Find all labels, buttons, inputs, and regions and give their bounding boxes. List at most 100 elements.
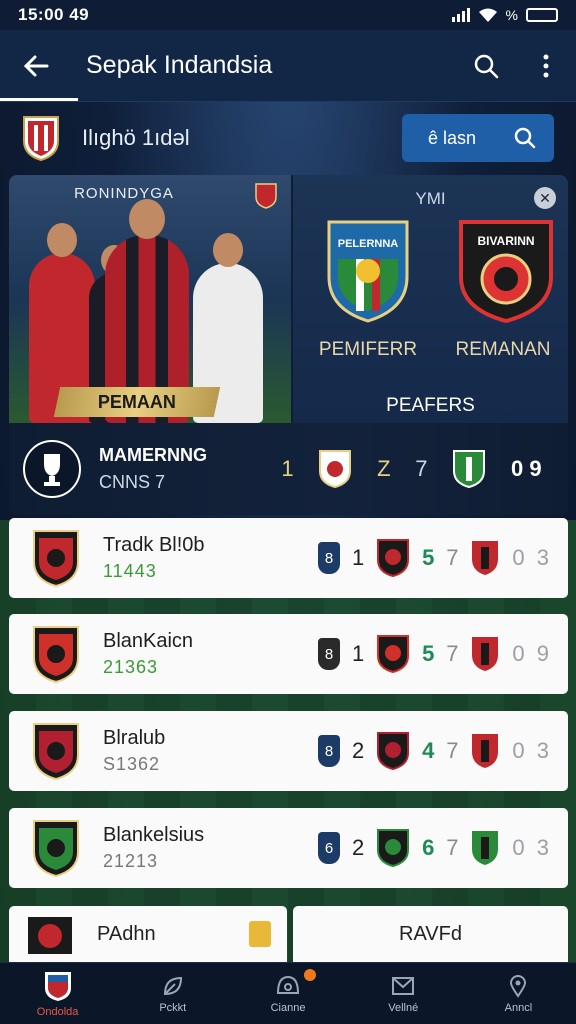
search-icon: [514, 127, 536, 149]
stat-value: 7: [446, 545, 459, 570]
club-code: S1362: [103, 754, 161, 774]
match-preview: YMI ✕ PELERNNA BIVARINN PEMIFERR REMANAN…: [293, 175, 568, 423]
stat-value: 2: [351, 835, 365, 860]
club-crest-icon: [33, 626, 79, 684]
search-icon: [474, 54, 499, 78]
stat-value: 1: [351, 641, 365, 666]
helmet-icon: [276, 975, 300, 994]
away-club-name: REMANAN: [455, 339, 551, 360]
status-time: 15:00 49: [18, 5, 90, 24]
club-name: PAdhn: [97, 922, 156, 945]
featured-stat: 1: [281, 456, 294, 481]
page-title: Sepak Indandsia: [86, 51, 273, 79]
more-options-button[interactable]: [516, 30, 576, 102]
nav-label: Pckkt: [159, 1001, 187, 1014]
table-row[interactable]: Tradk Bl!0b 11443 8 1 5 7 0 3: [9, 518, 568, 598]
opponent-crest-icon: [377, 539, 410, 578]
featured-banner-label: PEMAAN: [97, 391, 176, 412]
nav-label: Anncl: [504, 1001, 533, 1014]
nav-item-cianne[interactable]: Cianne: [230, 963, 345, 1024]
club-crest-icon: [33, 820, 79, 878]
app-bar: Sepak Indandsia: [0, 30, 576, 102]
stat-value: 2: [351, 738, 365, 763]
rank-badge: 6: [318, 832, 340, 864]
search-button[interactable]: [456, 30, 516, 102]
nav-item-home[interactable]: Ondolda: [0, 963, 115, 1024]
away-club-crest-icon: BIVARINN: [459, 220, 553, 323]
crest-icon: [44, 971, 71, 1001]
featured-stat: Z: [377, 456, 391, 481]
stat-value: 7: [446, 641, 459, 666]
club-crest-icon: [319, 450, 352, 489]
featured-score: 0 9: [510, 456, 542, 481]
info-button[interactable]: ✕: [534, 187, 556, 209]
featured-title: MAMERNNG: [99, 445, 207, 465]
featured-stat: 7: [415, 456, 428, 481]
nav-label: Vellné: [388, 1001, 419, 1014]
club-crest-icon: [33, 530, 79, 588]
battery-icon: [526, 8, 558, 22]
league-search-label: ê lasn: [428, 127, 477, 148]
opponent-crest-icon: [472, 541, 499, 575]
rank-badge: 8: [318, 735, 340, 767]
league-search-button[interactable]: ê lasn: [402, 114, 554, 162]
home-club-name: PEMIFERR: [318, 339, 418, 360]
nav-item-anncl[interactable]: Anncl: [461, 963, 576, 1024]
nav-label: Ondolda: [36, 1005, 79, 1018]
stat-value: 7: [446, 835, 459, 860]
stat-value: 4: [422, 738, 435, 763]
more-vertical-icon: [543, 54, 549, 77]
stat-value: 6: [422, 835, 435, 860]
status-icons: %: [451, 7, 558, 23]
rank-badge: 8: [318, 638, 340, 670]
score-value: 0 3: [512, 738, 552, 763]
table-row[interactable]: Blankelsius 21213 6 2 6 7 0 3: [9, 808, 568, 888]
rank-pill: [249, 921, 271, 947]
score-value: 0 3: [512, 835, 552, 860]
leaf-icon: [163, 976, 182, 995]
status-bar: 15:00 49 %: [0, 0, 576, 30]
club-name: Tradk Bl!0b: [103, 534, 205, 556]
featured-match-card[interactable]: RONINDYGA PEMAAN YMI ✕ PELERNNA BIVARINN…: [9, 175, 568, 515]
club-name: Blralub: [103, 727, 166, 749]
rank-badge: 8: [318, 542, 340, 574]
team-photo: RONINDYGA PEMAAN: [9, 175, 291, 423]
away-club-crest-text: BIVARINN: [477, 234, 534, 248]
club-crest-icon: [453, 450, 486, 489]
preferences-label: PEAFERS: [386, 395, 475, 416]
mail-icon: [392, 976, 415, 995]
club-code: 21363: [103, 657, 159, 677]
team-photo-label: RONINDYGA: [74, 185, 174, 202]
pin-icon: [510, 974, 527, 998]
home-club-crest-text: PELERNNA: [338, 238, 399, 250]
opponent-crest-icon: [472, 831, 499, 865]
stat-value: 1: [351, 545, 365, 570]
club-crest-icon: [33, 723, 79, 781]
nav-label: Cianne: [270, 1001, 306, 1014]
featured-stats-bar: MAMERNNG CNNS 7 1 Z 7 0 9: [9, 423, 568, 515]
battery-percent: %: [505, 7, 518, 23]
opponent-crest-icon: [377, 829, 410, 868]
list-item[interactable]: PAdhn: [9, 906, 287, 962]
club-code: 11443: [103, 561, 157, 581]
opponent-crest-icon: [472, 637, 499, 671]
opponent-crest-icon: [377, 732, 410, 771]
nav-item-pckkt[interactable]: Pckkt: [115, 963, 230, 1024]
wifi-icon: [478, 8, 497, 22]
bottom-navigation: Ondolda Pckkt Cianne Vellné Anncl: [0, 962, 576, 1024]
opponent-crest-icon: [377, 635, 410, 674]
club-name: BlanKaicn: [103, 630, 194, 652]
notification-dot: [304, 969, 317, 981]
score-value: 0 9: [512, 641, 552, 666]
table-row[interactable]: BlanKaicn 21363 8 1 5 7 0 9: [9, 614, 568, 694]
more-clubs-button[interactable]: RAVFd: [293, 906, 568, 962]
score-value: 0 3: [512, 545, 552, 570]
nav-item-vellne[interactable]: Vellné: [346, 963, 461, 1024]
trophy-medal-icon: [23, 440, 81, 498]
table-row[interactable]: Blralub S1362 8 2 4 7 0 3: [9, 711, 568, 791]
match-vs-label: YMI: [415, 189, 446, 208]
arrow-left-icon: [23, 55, 49, 76]
back-button[interactable]: [0, 30, 72, 102]
club-name: Blankelsius: [103, 824, 205, 846]
team-badge-icon: [255, 183, 277, 209]
